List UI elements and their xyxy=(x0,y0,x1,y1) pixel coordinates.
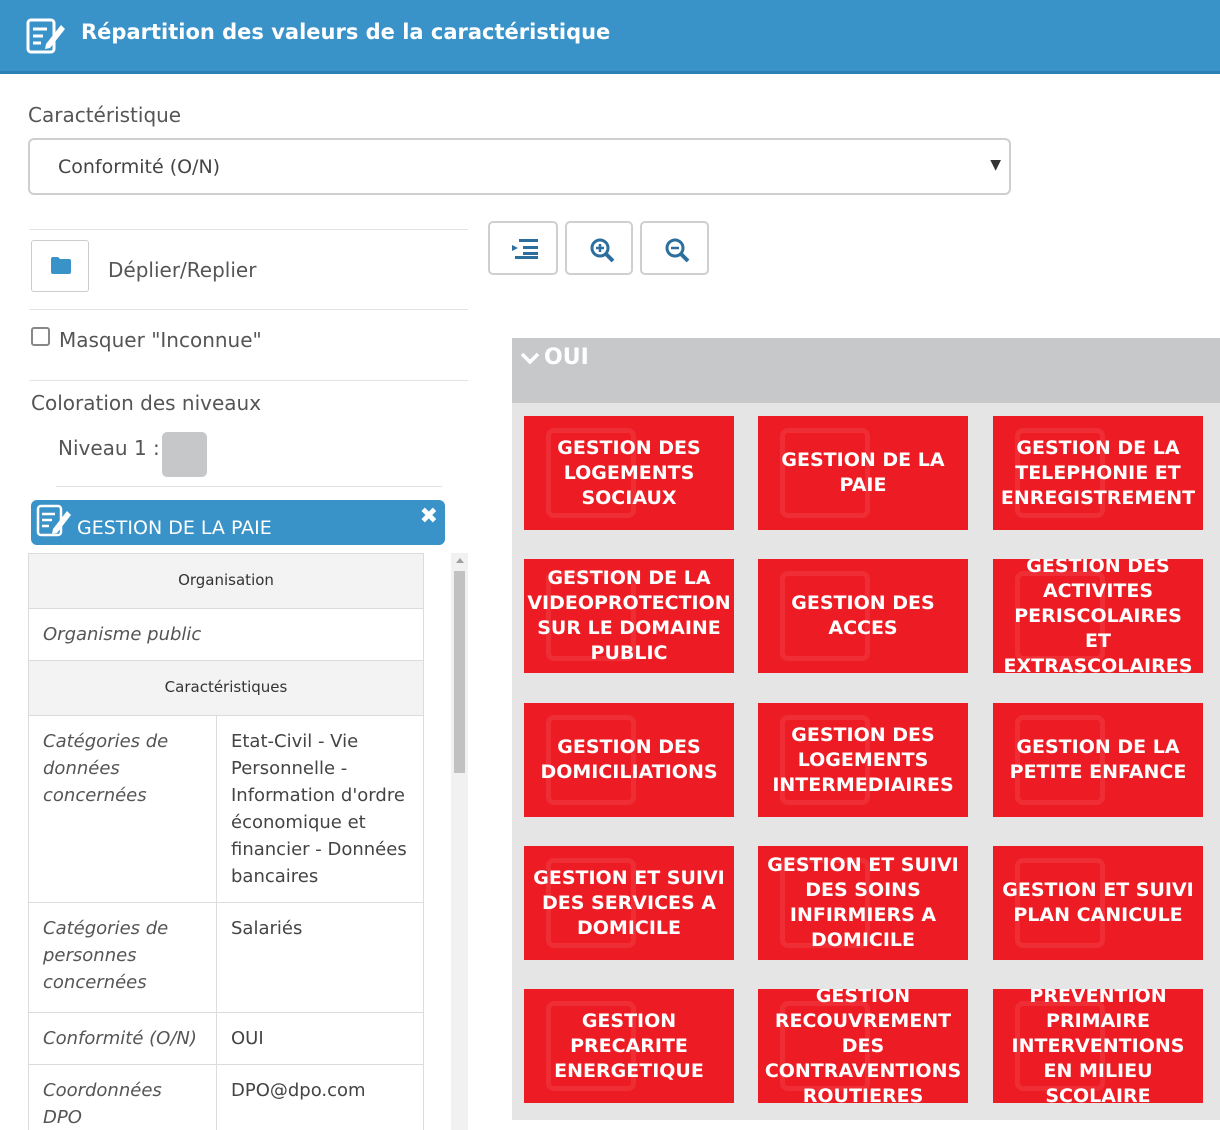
tile-label: GESTION DES DOMICILIATIONS xyxy=(540,736,718,783)
tile-label: PREVENTION PRIMAIRE INTERVENTIONS EN MIL… xyxy=(1011,989,1185,1103)
divider xyxy=(29,380,468,381)
expand-collapse-button[interactable] xyxy=(31,240,89,292)
processing-tile[interactable]: GESTION DE LA VIDEOPROTECTION SUR LE DOM… xyxy=(524,559,734,673)
tile-label: GESTION DE LA VIDEOPROTECTION SUR LE DOM… xyxy=(527,567,731,664)
tile-label: GESTION DE LA PETITE ENFANCE xyxy=(1009,736,1187,783)
row-value: Etat-Civil - Vie Personnelle - Informati… xyxy=(216,715,424,903)
tile-label: GESTION DES LOGEMENTS INTERMEDIAIRES xyxy=(772,723,954,796)
zoom-in-icon xyxy=(590,238,615,263)
processing-tile[interactable]: GESTION DE LA PAIE xyxy=(758,416,968,530)
zoom-in-button[interactable] xyxy=(565,221,633,275)
processing-tile[interactable]: GESTION DE LA TELEPHONIE ET ENREGISTREME… xyxy=(993,416,1203,530)
processing-tile[interactable]: GESTION ET SUIVI PLAN CANICULE xyxy=(993,846,1203,960)
level-coloring-title: Coloration des niveaux xyxy=(31,391,262,415)
organisation-header: Organisation xyxy=(28,553,424,609)
characteristic-selected-value: Conformité (O/N) xyxy=(58,156,221,178)
group-title: OUI xyxy=(544,345,589,370)
dropdown-arrow-icon: ▼ xyxy=(990,157,1001,173)
characteristic-select[interactable]: Conformité (O/N) ▼ xyxy=(28,138,1011,195)
table-row: Caractéristiques xyxy=(28,660,424,716)
table-row: Organisme public xyxy=(28,608,424,661)
detail-panel-header: GESTION DE LA PAIE ✖ xyxy=(31,500,445,545)
row-value: DPO@dpo.com xyxy=(216,1064,424,1130)
value-group-oui: OUI GESTION DES LOGEMENTS SOCIAUX GESTION… xyxy=(512,338,1220,1120)
expand-collapse-label: Déplier/Replier xyxy=(108,258,257,282)
table-row: Catégories de personnes concernées Salar… xyxy=(28,902,424,1013)
row-value: OUI xyxy=(216,1012,424,1065)
folder-icon xyxy=(51,257,71,274)
processing-tile[interactable]: GESTION DES DOMICILIATIONS xyxy=(524,703,734,817)
tile-label: GESTION ET SUIVI DES SOINS INFIRMIERS A … xyxy=(767,854,959,951)
tile-label: GESTION DE LA PAIE xyxy=(781,449,945,496)
detail-table: Organisation Organisme public Caractéris… xyxy=(28,553,424,1130)
row-key: Catégories de personnes concernées xyxy=(28,902,217,1013)
tile-label: GESTION ET SUIVI DES SERVICES A DOMICILE xyxy=(533,866,725,939)
scrollbar-thumb[interactable] xyxy=(454,571,465,773)
tile-label: GESTION DES ACCES xyxy=(791,592,935,639)
detail-scrollbar[interactable] xyxy=(451,553,468,1130)
level-1-label: Niveau 1 : xyxy=(58,436,160,460)
indent-list-button[interactable] xyxy=(488,221,558,275)
tile-label: GESTION ET SUIVI PLAN CANICULE xyxy=(1002,879,1194,926)
zoom-out-button[interactable] xyxy=(640,221,709,275)
page-title: Répartition des valeurs de la caractéris… xyxy=(81,20,611,44)
tile-label: GESTION DES ACTIVITES PERISCOLAIRES ET E… xyxy=(1003,559,1193,673)
row-value: Salariés xyxy=(216,902,424,1013)
processing-tile[interactable]: GESTION ET SUIVI DES SERVICES A DOMICILE xyxy=(524,846,734,960)
page-header: Répartition des valeurs de la caractéris… xyxy=(0,0,1220,74)
table-row: Catégories de données concernées Etat-Ci… xyxy=(28,715,424,903)
divider xyxy=(56,486,442,487)
edit-document-icon xyxy=(36,504,71,537)
chevron-down-icon xyxy=(520,352,540,365)
tile-label: GESTION PRECARITE ENERGETIQUE xyxy=(554,1009,704,1082)
table-row: Conformité (O/N) OUI xyxy=(28,1012,424,1065)
characteristic-label: Caractéristique xyxy=(28,103,182,127)
edit-document-icon xyxy=(26,18,65,54)
detail-title: GESTION DE LA PAIE xyxy=(77,517,272,539)
processing-tile[interactable]: GESTION DE LA PETITE ENFANCE xyxy=(993,703,1203,817)
processing-tile[interactable]: GESTION RECOUVREMENT DES CONTRAVENTIONS … xyxy=(758,989,968,1103)
row-key: Conformité (O/N) xyxy=(28,1012,217,1065)
scroll-up-arrow-icon[interactable] xyxy=(456,558,464,563)
processing-tile[interactable]: GESTION DES ACTIVITES PERISCOLAIRES ET E… xyxy=(993,559,1203,673)
organisation-value: Organisme public xyxy=(28,608,424,661)
tile-label: GESTION DE LA TELEPHONIE ET ENREGISTREME… xyxy=(1000,436,1196,509)
close-icon[interactable]: ✖ xyxy=(420,504,438,529)
row-key: Catégories de données concernées xyxy=(28,715,217,903)
group-header[interactable]: OUI xyxy=(512,338,1220,403)
processing-tile[interactable]: GESTION DES LOGEMENTS INTERMEDIAIRES xyxy=(758,703,968,817)
characteristics-header: Caractéristiques xyxy=(28,660,424,716)
table-row: Organisation xyxy=(28,553,424,609)
table-row: Coordonnées DPO DPO@dpo.com xyxy=(28,1064,424,1130)
zoom-out-icon xyxy=(665,238,690,263)
divider xyxy=(29,229,468,230)
hide-unknown-checkbox[interactable] xyxy=(31,327,50,346)
hide-unknown-label: Masquer "Inconnue" xyxy=(59,328,262,352)
processing-tile[interactable]: GESTION ET SUIVI DES SOINS INFIRMIERS A … xyxy=(758,846,968,960)
level-1-color-swatch[interactable] xyxy=(162,432,207,477)
processing-tile[interactable]: GESTION DES LOGEMENTS SOCIAUX xyxy=(524,416,734,530)
divider xyxy=(29,309,468,310)
tile-label: GESTION RECOUVREMENT DES CONTRAVENTIONS … xyxy=(764,989,962,1103)
tile-label: GESTION DES LOGEMENTS SOCIAUX xyxy=(557,436,701,509)
processing-tile[interactable]: GESTION DES ACCES xyxy=(758,559,968,673)
list-indent-icon xyxy=(512,239,538,259)
processing-tile[interactable]: GESTION PRECARITE ENERGETIQUE xyxy=(524,989,734,1103)
processing-tile[interactable]: PREVENTION PRIMAIRE INTERVENTIONS EN MIL… xyxy=(993,989,1203,1103)
row-key: Coordonnées DPO xyxy=(28,1064,217,1130)
